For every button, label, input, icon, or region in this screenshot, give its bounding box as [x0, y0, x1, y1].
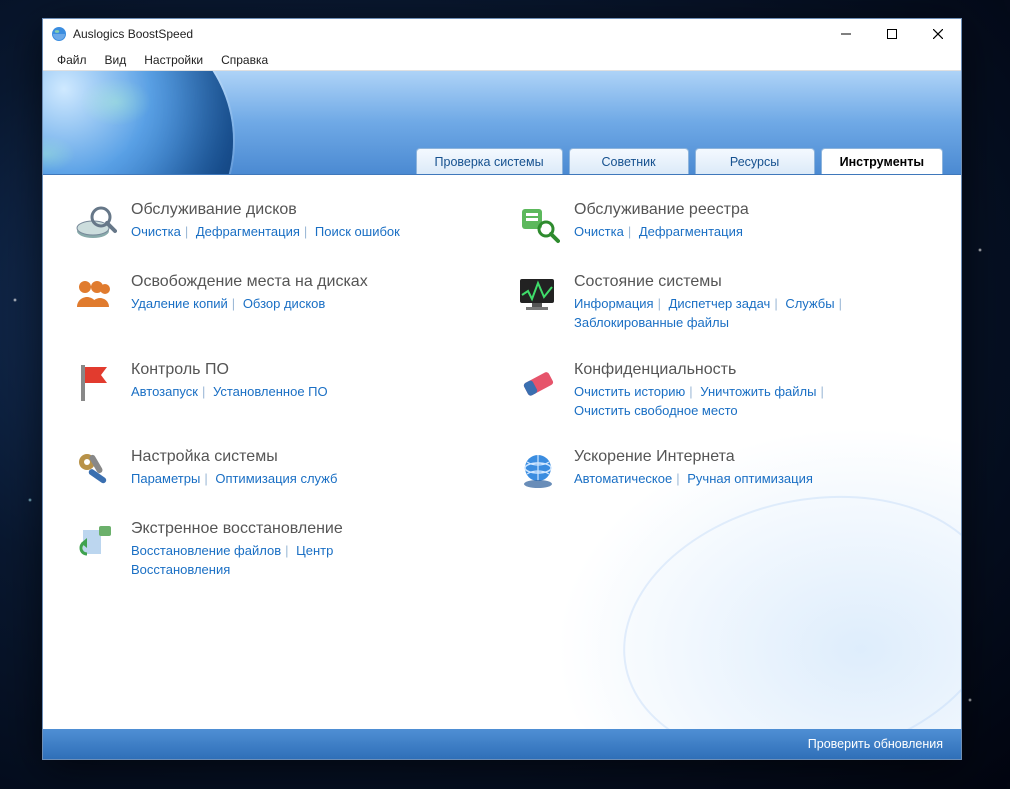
menubar: Файл Вид Настройки Справка [43, 49, 961, 71]
app-window: Auslogics BoostSpeed Файл Вид Настройки … [42, 18, 962, 760]
tab-system-check[interactable]: Проверка системы [416, 148, 563, 174]
link-check-updates[interactable]: Проверить обновления [808, 737, 943, 751]
tool-title: Освобождение места на дисках [131, 273, 368, 291]
menu-help[interactable]: Справка [213, 51, 276, 69]
registry-icon [516, 201, 560, 245]
link-disk-defrag[interactable]: Дефрагментация [196, 224, 300, 239]
link-services[interactable]: Службы [785, 296, 834, 311]
window-title: Auslogics BoostSpeed [73, 27, 193, 41]
tab-advisor[interactable]: Советник [569, 148, 689, 174]
link-disk-errors[interactable]: Поиск ошибок [315, 224, 400, 239]
tab-tools[interactable]: Инструменты [821, 148, 943, 174]
eraser-icon [516, 361, 560, 405]
link-clear-history[interactable]: Очистить историю [574, 384, 685, 399]
tool-free-space: Освобождение места на дисках Удаление ко… [73, 273, 488, 333]
statusbar: Проверить обновления [43, 729, 961, 759]
tab-strip: Проверка системы Советник Ресурсы Инстру… [416, 148, 943, 174]
tool-title: Состояние системы [574, 273, 874, 291]
link-task-mgr[interactable]: Диспетчер задач [669, 296, 771, 311]
tool-title: Обслуживание дисков [131, 201, 400, 219]
link-autostart[interactable]: Автозапуск [131, 384, 198, 399]
tool-system-tuning: Настройка системы Параметры| Оптимизация… [73, 448, 488, 492]
link-svc-optimize[interactable]: Оптимизация служб [215, 471, 337, 486]
menu-view[interactable]: Вид [97, 51, 135, 69]
link-reg-defrag[interactable]: Дефрагментация [639, 224, 743, 239]
link-installed-sw[interactable]: Установленное ПО [213, 384, 328, 399]
link-shred-files[interactable]: Уничтожить файлы [700, 384, 816, 399]
link-dup-remove[interactable]: Удаление копий [131, 296, 228, 311]
link-disk-explorer[interactable]: Обзор дисков [243, 296, 325, 311]
link-disk-cleanup[interactable]: Очистка [131, 224, 181, 239]
tool-title: Настройка системы [131, 448, 337, 466]
tool-title: Экстренное восстановление [131, 520, 431, 538]
link-wipe-free[interactable]: Очистить свободное место [574, 403, 738, 418]
tool-registry-maintenance: Обслуживание реестра Очистка| Дефрагмент… [516, 201, 931, 245]
tool-internet-speedup: Ускорение Интернета Автоматическое| Ручн… [516, 448, 931, 492]
link-file-recovery[interactable]: Восстановление файлов [131, 543, 281, 558]
link-net-auto[interactable]: Автоматическое [574, 471, 672, 486]
users-icon [73, 273, 117, 317]
link-locked-files[interactable]: Заблокированные файлы [574, 315, 729, 330]
tool-title: Конфиденциальность [574, 361, 874, 379]
wrench-gear-icon [73, 448, 117, 492]
link-net-manual[interactable]: Ручная оптимизация [687, 471, 813, 486]
globe-art [43, 71, 233, 175]
flag-icon [73, 361, 117, 405]
menu-settings[interactable]: Настройки [136, 51, 211, 69]
tools-grid: Обслуживание дисков Очистка| Дефрагмента… [73, 201, 931, 580]
globe-net-icon [516, 448, 560, 492]
tool-title: Контроль ПО [131, 361, 328, 379]
tool-disk-maintenance: Обслуживание дисков Очистка| Дефрагмента… [73, 201, 488, 245]
tool-software-control: Контроль ПО Автозапуск| Установленное ПО [73, 361, 488, 421]
tool-recovery: Экстренное восстановление Восстановление… [73, 520, 488, 580]
tool-privacy: Конфиденциальность Очистить историю| Уни… [516, 361, 931, 421]
tool-title: Ускорение Интернета [574, 448, 813, 466]
link-sys-info[interactable]: Информация [574, 296, 654, 311]
link-reg-cleanup[interactable]: Очистка [574, 224, 624, 239]
link-params[interactable]: Параметры [131, 471, 200, 486]
minimize-button[interactable] [823, 19, 869, 49]
header-banner: Проверка системы Советник Ресурсы Инстру… [43, 71, 961, 175]
tab-resources[interactable]: Ресурсы [695, 148, 815, 174]
content-area: Обслуживание дисков Очистка| Дефрагмента… [43, 175, 961, 729]
disk-scan-icon [73, 201, 117, 245]
tool-title: Обслуживание реестра [574, 201, 749, 219]
app-icon [51, 26, 67, 42]
close-button[interactable] [915, 19, 961, 49]
titlebar: Auslogics BoostSpeed [43, 19, 961, 49]
tool-system-status: Состояние системы Информация| Диспетчер … [516, 273, 931, 333]
monitor-icon [516, 273, 560, 317]
recovery-icon [73, 520, 117, 564]
menu-file[interactable]: Файл [49, 51, 95, 69]
maximize-button[interactable] [869, 19, 915, 49]
